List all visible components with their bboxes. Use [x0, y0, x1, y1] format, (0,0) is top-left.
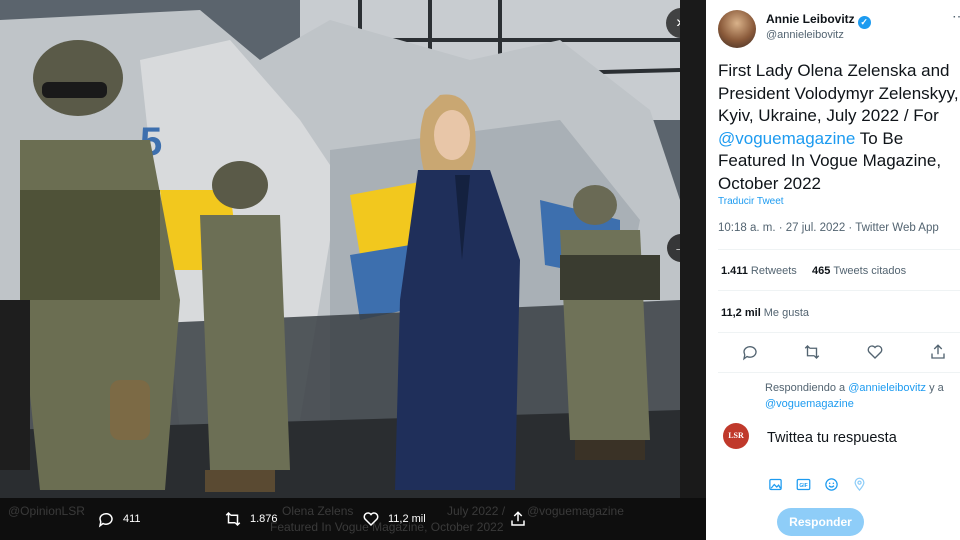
gif-icon[interactable]: GIF — [796, 477, 811, 492]
quotes-value: 465 — [812, 265, 831, 277]
background-timeline-strip — [680, 0, 706, 540]
ghost-caption: Olena Zelens — [282, 504, 354, 518]
reply-input[interactable]: Twittea tu respuesta — [767, 430, 897, 446]
divider — [718, 249, 960, 250]
tweet-text: First Lady Olena Zelenska and President … — [718, 60, 960, 195]
author-name-row[interactable]: Annie Leibovitz ✓ — [766, 12, 871, 29]
photo-reply-button[interactable]: 411 — [97, 510, 141, 528]
svg-text:GIF: GIF — [799, 483, 807, 489]
tweet-text-part: First Lady Olena Zelenska and President … — [718, 61, 959, 125]
share-icon[interactable] — [929, 343, 947, 361]
likes-value: 11,2 mil — [721, 307, 761, 319]
share-icon — [511, 511, 525, 526]
photo-like-button[interactable]: 11,2 mil — [362, 510, 426, 528]
retweet-icon[interactable] — [803, 343, 821, 361]
verified-badge-icon: ✓ — [857, 16, 871, 29]
heart-icon — [363, 512, 379, 527]
tweet-photo[interactable]: 5 » → — [0, 0, 680, 498]
ghost-caption: July 2022 / — [447, 504, 506, 518]
divider — [718, 372, 960, 373]
divider — [718, 290, 960, 291]
quotes-label: Tweets citados — [833, 265, 907, 277]
retweets-stat[interactable]: 1.411 Retweets — [721, 265, 797, 277]
likes-label: Me gusta — [763, 307, 810, 319]
reply-icon — [98, 512, 113, 528]
ghost-caption: @voguemagazine — [527, 504, 624, 518]
author-handle[interactable]: @annieleibovitz — [766, 29, 844, 41]
replying-prefix: Respondiendo a — [765, 382, 849, 394]
translate-tweet-link[interactable]: Traducir Tweet — [718, 196, 784, 207]
author-name: Annie Leibovitz — [766, 12, 855, 26]
photo-action-bar: @OpinionLSR Olena Zelens July 2022 / @vo… — [0, 498, 706, 540]
photo-retweet-button[interactable]: 1.876 — [224, 510, 278, 528]
photo-share-button[interactable] — [509, 510, 527, 528]
retweet-icon — [225, 511, 241, 527]
retweets-label: Retweets — [750, 265, 797, 277]
reply-user-avatar: LSR — [723, 423, 749, 449]
quote-tweets-stat[interactable]: 465 Tweets citados — [812, 265, 906, 277]
replying-mid: y a — [926, 382, 944, 394]
tweet-detail-panel: Annie Leibovitz ✓ @annieleibovitz ⋯ First… — [706, 0, 960, 540]
replying-to: Respondiendo a @annieleibovitz y a @vogue… — [765, 380, 960, 412]
image-icon[interactable] — [768, 477, 783, 492]
divider — [718, 332, 960, 333]
tweet-timestamp[interactable]: 10:18 a. m. · 27 jul. 2022 · Twitter Web… — [718, 222, 939, 234]
photo-scene: 5 — [0, 0, 680, 498]
replying-to-link[interactable]: @annieleibovitz — [848, 382, 926, 394]
photo-retweet-count: 1.876 — [250, 513, 278, 525]
heart-icon[interactable] — [866, 343, 884, 361]
author-avatar[interactable] — [718, 10, 756, 48]
location-icon[interactable] — [852, 477, 867, 492]
emoji-icon[interactable] — [824, 477, 839, 492]
reply-icon[interactable] — [741, 343, 759, 361]
photo-like-count: 11,2 mil — [388, 513, 426, 525]
retweets-value: 1.411 — [721, 265, 748, 277]
ghost-caption: @OpinionLSR — [8, 504, 85, 518]
more-options-icon[interactable]: ⋯ — [952, 8, 960, 25]
tweet-mention-link[interactable]: @voguemagazine — [718, 129, 855, 148]
reply-submit-button[interactable]: Responder — [777, 508, 864, 536]
replying-to-link[interactable]: @voguemagazine — [765, 398, 854, 410]
photo-reply-count: 411 — [123, 513, 141, 525]
likes-stat[interactable]: 11,2 mil Me gusta — [721, 307, 809, 319]
